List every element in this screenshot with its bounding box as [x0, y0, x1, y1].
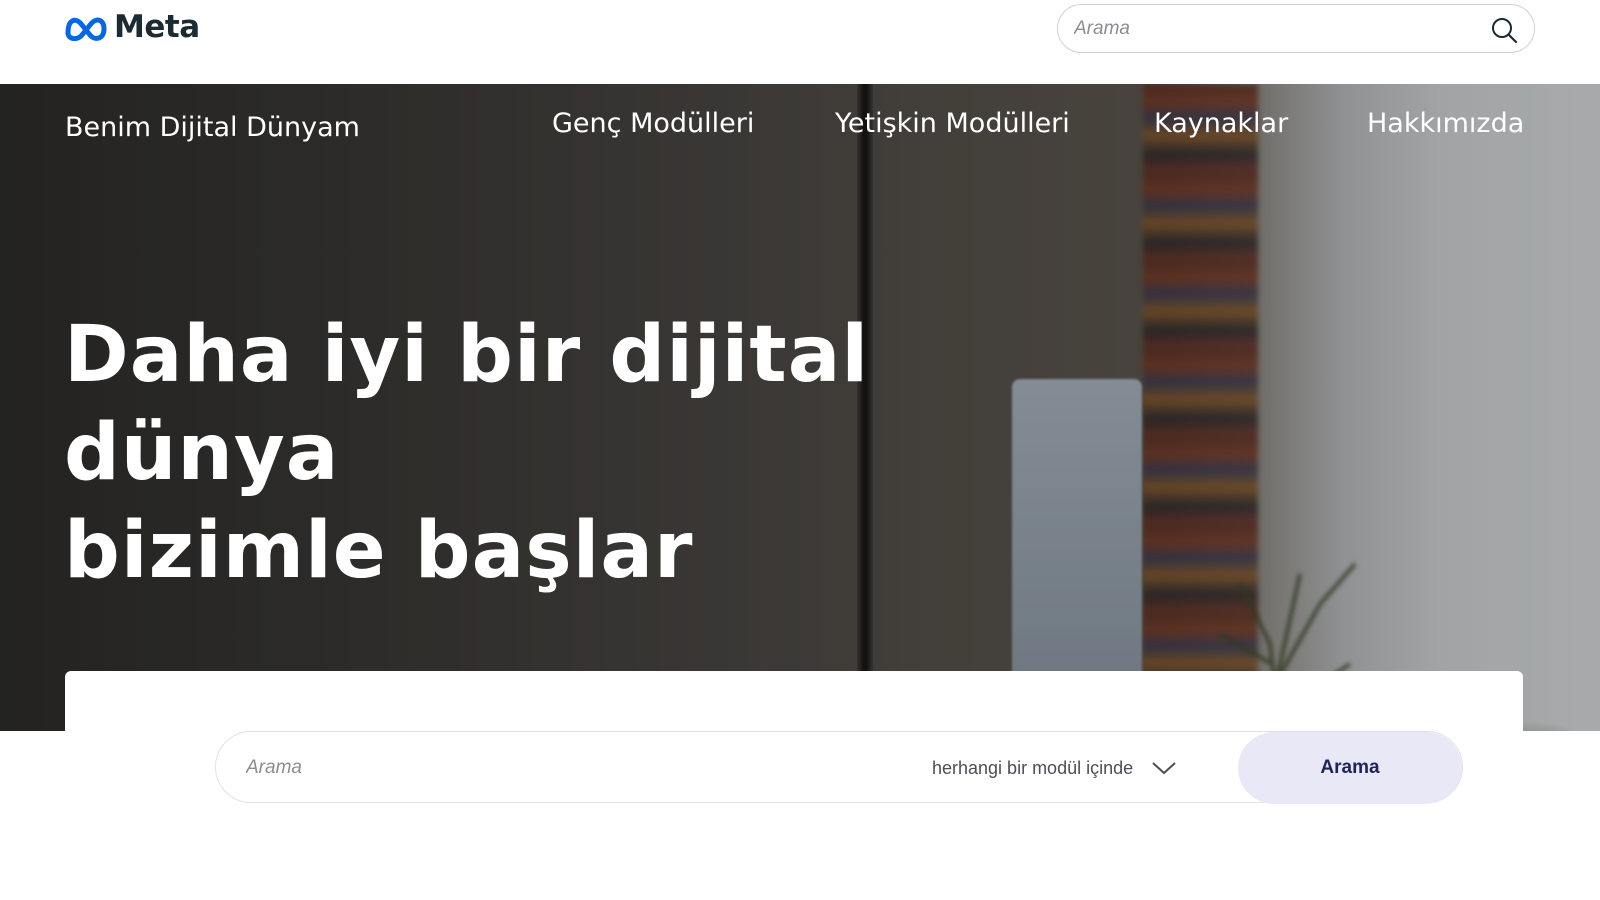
- module-search-input[interactable]: [246, 750, 866, 786]
- nav-item-yetiskin-modulleri[interactable]: Yetişkin Modülleri: [835, 108, 1070, 139]
- header-search-input[interactable]: [1074, 13, 1474, 45]
- top-header: Meta: [0, 0, 1600, 84]
- hero-banner: Benim Dijital Dünyam Genç Modülleri Yeti…: [0, 84, 1600, 731]
- header-search: [1057, 4, 1535, 53]
- nav-item-kaynaklar[interactable]: Kaynaklar: [1154, 108, 1288, 139]
- brand-link[interactable]: Benim Dijital Dünyam: [65, 112, 360, 143]
- search-icon[interactable]: [1490, 16, 1518, 44]
- meta-infinity-icon: [65, 17, 107, 41]
- module-scope-dropdown[interactable]: herhangi bir modül içinde: [932, 748, 1177, 788]
- hero-headline-line-2: bizimle başlar: [64, 506, 694, 596]
- module-search-button[interactable]: Arama: [1238, 732, 1462, 804]
- nav-item-hakkimizda[interactable]: Hakkımızda: [1367, 108, 1524, 139]
- module-search-bar: herhangi bir modül içinde Arama: [215, 731, 1463, 804]
- chevron-down-icon: [1152, 762, 1176, 775]
- nav-item-genc-modulleri[interactable]: Genç Modülleri: [552, 108, 754, 139]
- module-scope-selected: herhangi bir modül içinde: [932, 757, 1134, 778]
- hero-headline-line-1: Daha iyi bir dijital dünya: [64, 310, 870, 498]
- logo-text: Meta: [114, 9, 200, 45]
- hero-headline: Daha iyi bir dijital dünya bizimle başla…: [64, 306, 1164, 600]
- meta-logo[interactable]: Meta: [64, 8, 200, 46]
